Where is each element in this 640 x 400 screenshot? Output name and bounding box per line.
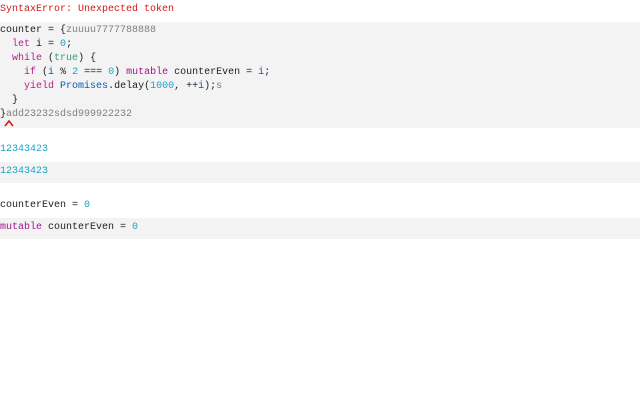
code-line-2: let i = 0;: [12, 39, 73, 50]
code-editor-cell[interactable]: counter = {zuuuu7777788888 let i = 0; wh…: [0, 22, 640, 128]
output-value-2: 12343423: [0, 166, 49, 177]
error-caret-icon: [4, 119, 14, 127]
notebook-page: SyntaxError: Unexpected token counter = …: [0, 0, 640, 400]
code-line-5: yield Promises.delay(1000, ++i);s: [24, 81, 223, 92]
code-line-6: }: [0, 95, 19, 106]
mutable-counter-even-output: mutable counterEven = 0: [0, 222, 139, 233]
output-cell-2: 12343423: [0, 162, 640, 183]
code-line-7: }add23232sdsd999922232: [0, 109, 133, 120]
mutable-output-cell: mutable counterEven = 0: [0, 218, 640, 239]
syntax-error-message: SyntaxError: Unexpected token: [0, 4, 175, 15]
code-line-3: while (true) {: [12, 53, 97, 64]
output-value-1: 12343423: [0, 144, 49, 155]
code-line-4: if (i % 2 === 0) mutable counterEven = i…: [24, 67, 271, 78]
counter-even-output: counterEven = 0: [0, 200, 91, 211]
code-line-1: counter = {zuuuu7777788888: [0, 25, 157, 36]
